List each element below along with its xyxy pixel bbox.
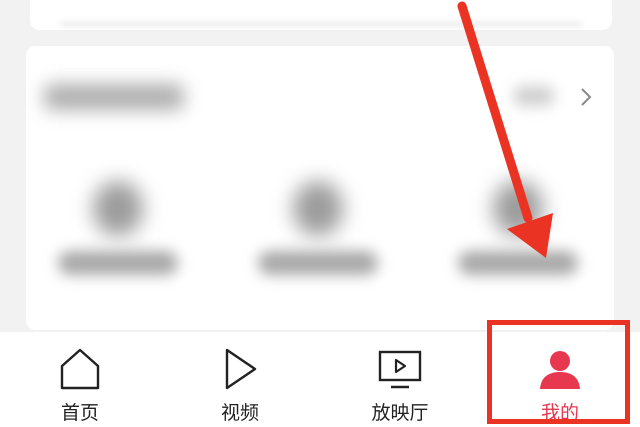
tab-video-label: 视频 [220,402,259,424]
item-label-blurred [258,251,378,275]
play-icon [225,348,257,390]
avatar [293,181,343,236]
item-label-blurred [458,251,578,275]
top-card [30,0,612,30]
tab-home-label: 首页 [60,402,99,424]
item-label-blurred [58,251,178,275]
chevron-right-icon[interactable] [574,84,598,110]
tab-home[interactable]: 首页 [20,332,140,427]
section-item[interactable] [448,176,588,286]
section-item[interactable] [248,176,388,286]
home-icon [60,348,100,390]
blurred-content [60,22,582,26]
section-title-blurred [44,84,184,110]
tab-theater[interactable]: 放映厅 [340,332,460,427]
avatar [493,181,543,236]
tab-video[interactable]: 视频 [180,332,300,427]
tv-icon [378,350,422,389]
blurred-section-card [26,46,614,330]
section-more-blurred[interactable] [514,86,554,106]
section-item[interactable] [48,176,188,286]
annotation-highlight-box [487,320,630,424]
tab-theater-label: 放映厅 [371,402,429,424]
avatar [93,181,143,236]
